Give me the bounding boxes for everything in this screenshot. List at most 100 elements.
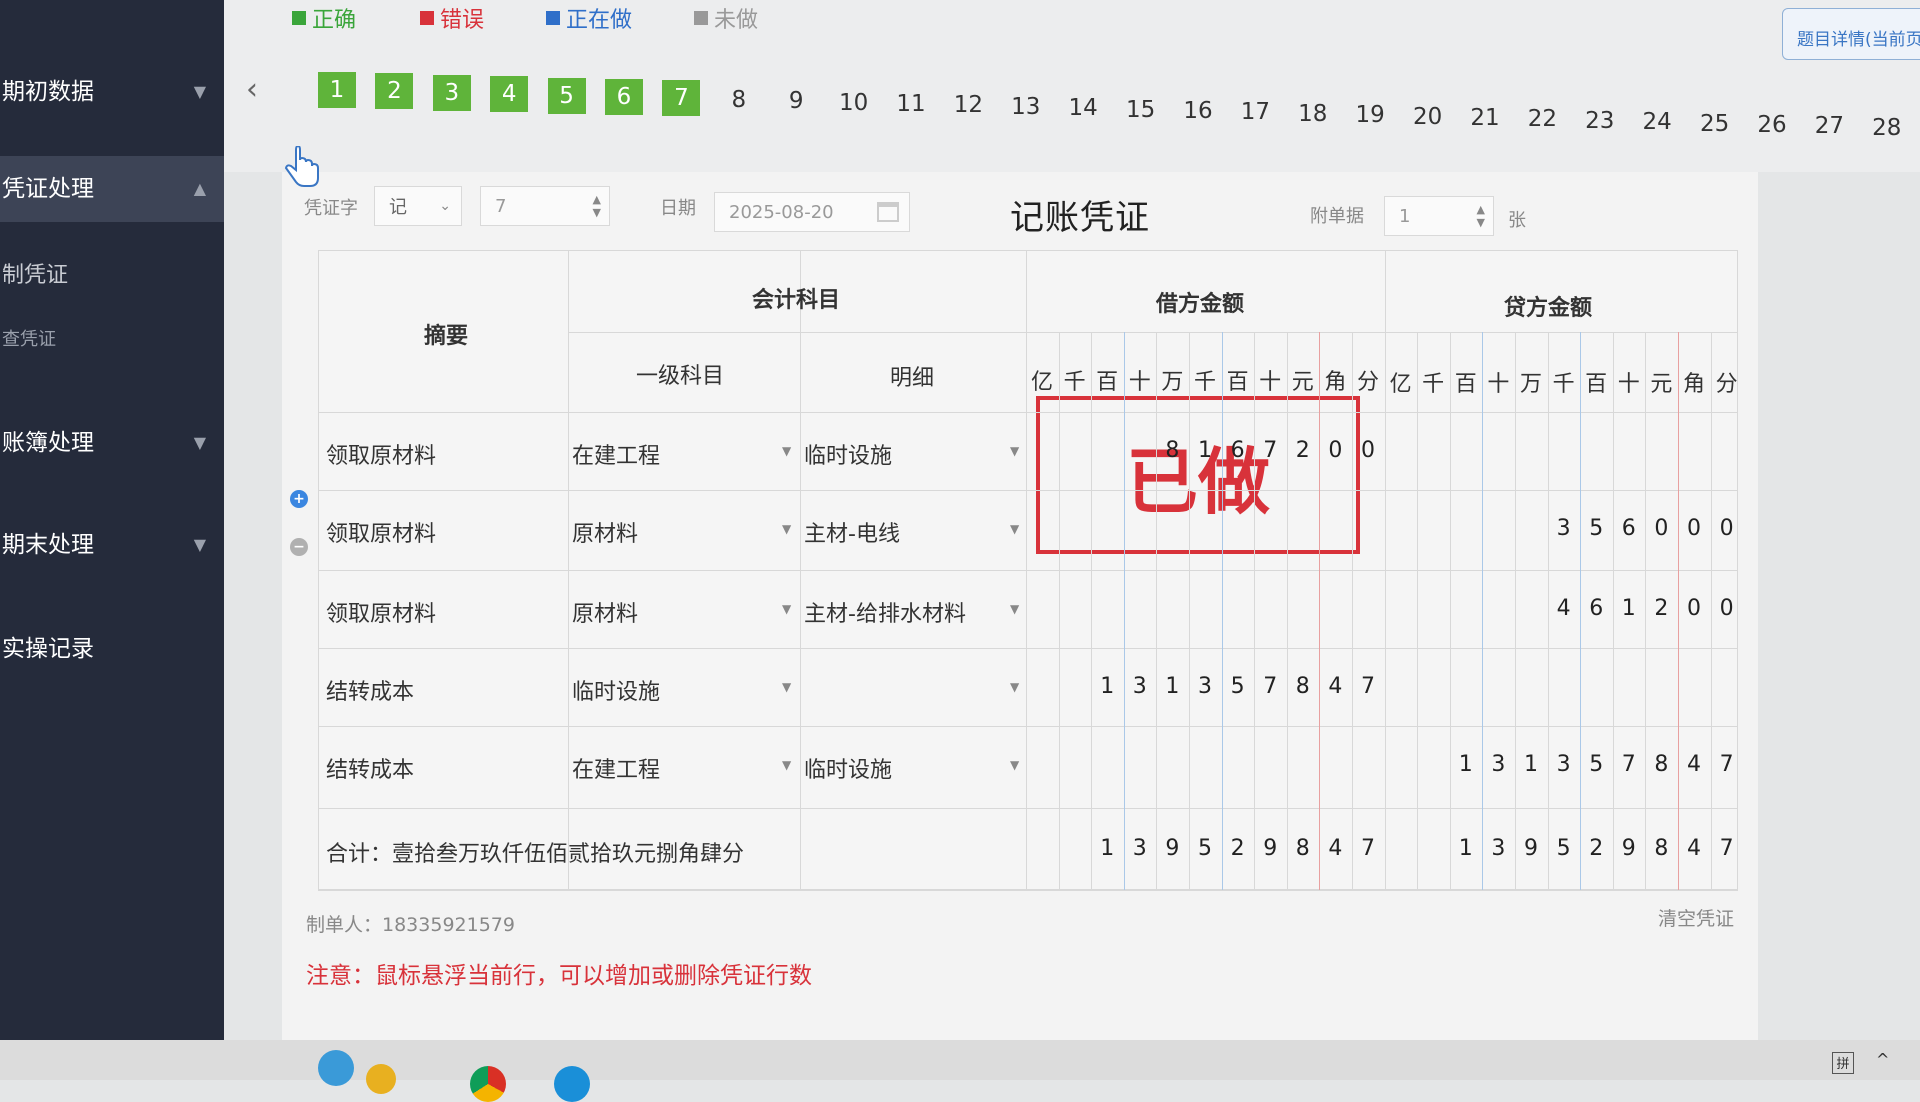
- credit-digit: 1: [1524, 752, 1538, 777]
- table-row[interactable]: [318, 648, 1738, 726]
- voucher-number-input[interactable]: 7 ▲ ▼: [480, 186, 610, 226]
- debit-digit: 4: [1328, 674, 1343, 699]
- question-27-button[interactable]: 27: [1810, 108, 1848, 144]
- sidebar-item-initial-data[interactable]: 期初数据 ▼: [0, 72, 224, 112]
- sidebar-item-period-end[interactable]: 期末处理 ▼: [0, 524, 224, 566]
- chevron-down-icon: ▼: [782, 680, 792, 694]
- chevron-left-icon[interactable]: ‹: [246, 72, 258, 107]
- edge-icon[interactable]: [554, 1066, 590, 1102]
- question-26-button[interactable]: 26: [1753, 107, 1791, 143]
- total-label: 合计：壹拾叁万玖仟伍佰贰拾玖元捌角肆分: [326, 842, 745, 867]
- question-25-button[interactable]: 25: [1696, 106, 1734, 142]
- question-14-button[interactable]: 14: [1064, 90, 1102, 126]
- legend-swatch: [292, 11, 306, 25]
- remove-row-icon[interactable]: −: [290, 538, 308, 556]
- sidebar-item-voucher-processing[interactable]: 凭证处理 ▲: [0, 156, 224, 222]
- debit-digit: 1: [1100, 674, 1115, 699]
- question-20-button[interactable]: 20: [1409, 99, 1447, 135]
- credit-digit: 5: [1589, 752, 1604, 777]
- question-3-button[interactable]: 3: [432, 74, 471, 111]
- debit-digit: 5: [1230, 674, 1245, 699]
- legend-swatch: [420, 11, 434, 25]
- total-debit-digit: 2: [1230, 836, 1245, 861]
- question-8-button[interactable]: 8: [720, 82, 758, 118]
- question-11-button[interactable]: 11: [892, 86, 930, 122]
- question-22-button[interactable]: 22: [1523, 101, 1561, 137]
- legend-swatch: [546, 11, 560, 25]
- question-10-button[interactable]: 10: [835, 85, 873, 121]
- page-title: 记账凭证: [1010, 198, 1150, 238]
- chrome-icon[interactable]: [470, 1066, 506, 1102]
- chevron-down-icon: ▼: [193, 433, 206, 452]
- table-row[interactable]: [318, 412, 1738, 490]
- sidebar-item-label: 实操记录: [2, 636, 94, 662]
- table-row[interactable]: [318, 490, 1738, 570]
- debit-unit-label: 千: [1063, 370, 1086, 395]
- legend-label: 正确: [312, 8, 357, 33]
- question-6-button[interactable]: 6: [605, 79, 643, 115]
- credit-unit-label: 分: [1715, 372, 1738, 397]
- sidebar-item-query-voucher[interactable]: 查凭证: [0, 322, 224, 358]
- question-19-button[interactable]: 19: [1351, 97, 1389, 133]
- legend-in-progress: 正在做: [546, 2, 632, 34]
- debit-unit-label: 千: [1193, 370, 1216, 395]
- question-28-button[interactable]: 28: [1868, 110, 1906, 146]
- hand-pointer-icon: [282, 144, 322, 196]
- debit-unit-label: 百: [1226, 370, 1249, 395]
- question-2-button[interactable]: 2: [375, 73, 414, 110]
- sidebar-item-books[interactable]: 账簿处理 ▼: [0, 422, 224, 464]
- table-row[interactable]: [318, 570, 1738, 648]
- debit-digit: 7: [1263, 674, 1278, 699]
- detail-account-cell: 临时设施: [804, 758, 893, 783]
- grid-line: [318, 890, 1738, 891]
- chevron-down-icon: ▼: [193, 82, 206, 101]
- question-7-button[interactable]: 7: [662, 80, 701, 117]
- legend-label: 错误: [440, 8, 485, 33]
- question-21-button[interactable]: 21: [1466, 100, 1504, 136]
- ime-indicator-icon[interactable]: 拼: [1832, 1052, 1854, 1074]
- legend-label: 正在做: [566, 8, 633, 33]
- credit-unit-label: 千: [1422, 372, 1445, 397]
- sidebar-item-label: 账簿处理: [2, 430, 94, 456]
- question-18-button[interactable]: 18: [1294, 96, 1332, 132]
- app-icon[interactable]: [318, 1050, 354, 1086]
- question-4-button[interactable]: 4: [490, 76, 529, 113]
- credit-digit: 1: [1458, 752, 1473, 777]
- credit-digit: 0: [1719, 516, 1734, 541]
- question-9-button[interactable]: 9: [777, 83, 815, 119]
- detail-account-cell: 主材-电线: [804, 522, 900, 547]
- date-value: 2025-08-20: [729, 201, 834, 223]
- debit-unit-label: 十: [1128, 370, 1151, 395]
- credit-digit: 2: [1654, 596, 1669, 621]
- stepper-icon: ▲ ▼: [592, 193, 601, 219]
- total-credit-digit: 5: [1556, 836, 1571, 861]
- clear-voucher-button[interactable]: 清空凭证: [1658, 904, 1734, 931]
- chevron-up-icon: ▲: [193, 179, 206, 198]
- question-23-button[interactable]: 23: [1581, 103, 1619, 139]
- question-detail-button[interactable]: 题目详情(当前页): [1782, 8, 1920, 60]
- credit-digit: 4: [1556, 596, 1571, 621]
- add-row-icon[interactable]: +: [290, 490, 308, 508]
- question-16-button[interactable]: 16: [1179, 93, 1217, 129]
- attachment-label: 附单据: [1310, 206, 1364, 227]
- total-credit-digit: 9: [1524, 836, 1538, 861]
- sidebar-item-make-voucher[interactable]: 制凭证: [0, 256, 224, 296]
- credit-unit-label: 十: [1617, 372, 1640, 397]
- detail-header: 明细: [890, 366, 935, 391]
- question-12-button[interactable]: 12: [949, 87, 987, 123]
- voucher-word-select[interactable]: 记 ⌄: [374, 186, 462, 226]
- question-17-button[interactable]: 17: [1236, 94, 1274, 130]
- question-1-button[interactable]: 1: [318, 72, 356, 108]
- chevron-up-icon[interactable]: ^: [1876, 1050, 1889, 1069]
- question-24-button[interactable]: 24: [1638, 104, 1676, 140]
- question-15-button[interactable]: 15: [1122, 92, 1160, 128]
- question-13-button[interactable]: 13: [1007, 89, 1045, 125]
- app-icon[interactable]: [366, 1064, 396, 1094]
- level1-header: 一级科目: [636, 364, 725, 389]
- attachment-count-input[interactable]: 1 ▲ ▼: [1384, 196, 1494, 236]
- sidebar-item-practice-records[interactable]: 实操记录: [0, 628, 224, 670]
- question-5-button[interactable]: 5: [547, 77, 586, 114]
- sidebar-item-label: 凭证处理: [2, 176, 94, 202]
- date-input[interactable]: 2025-08-20: [714, 192, 910, 232]
- voucher-word-label: 凭证字: [304, 198, 358, 219]
